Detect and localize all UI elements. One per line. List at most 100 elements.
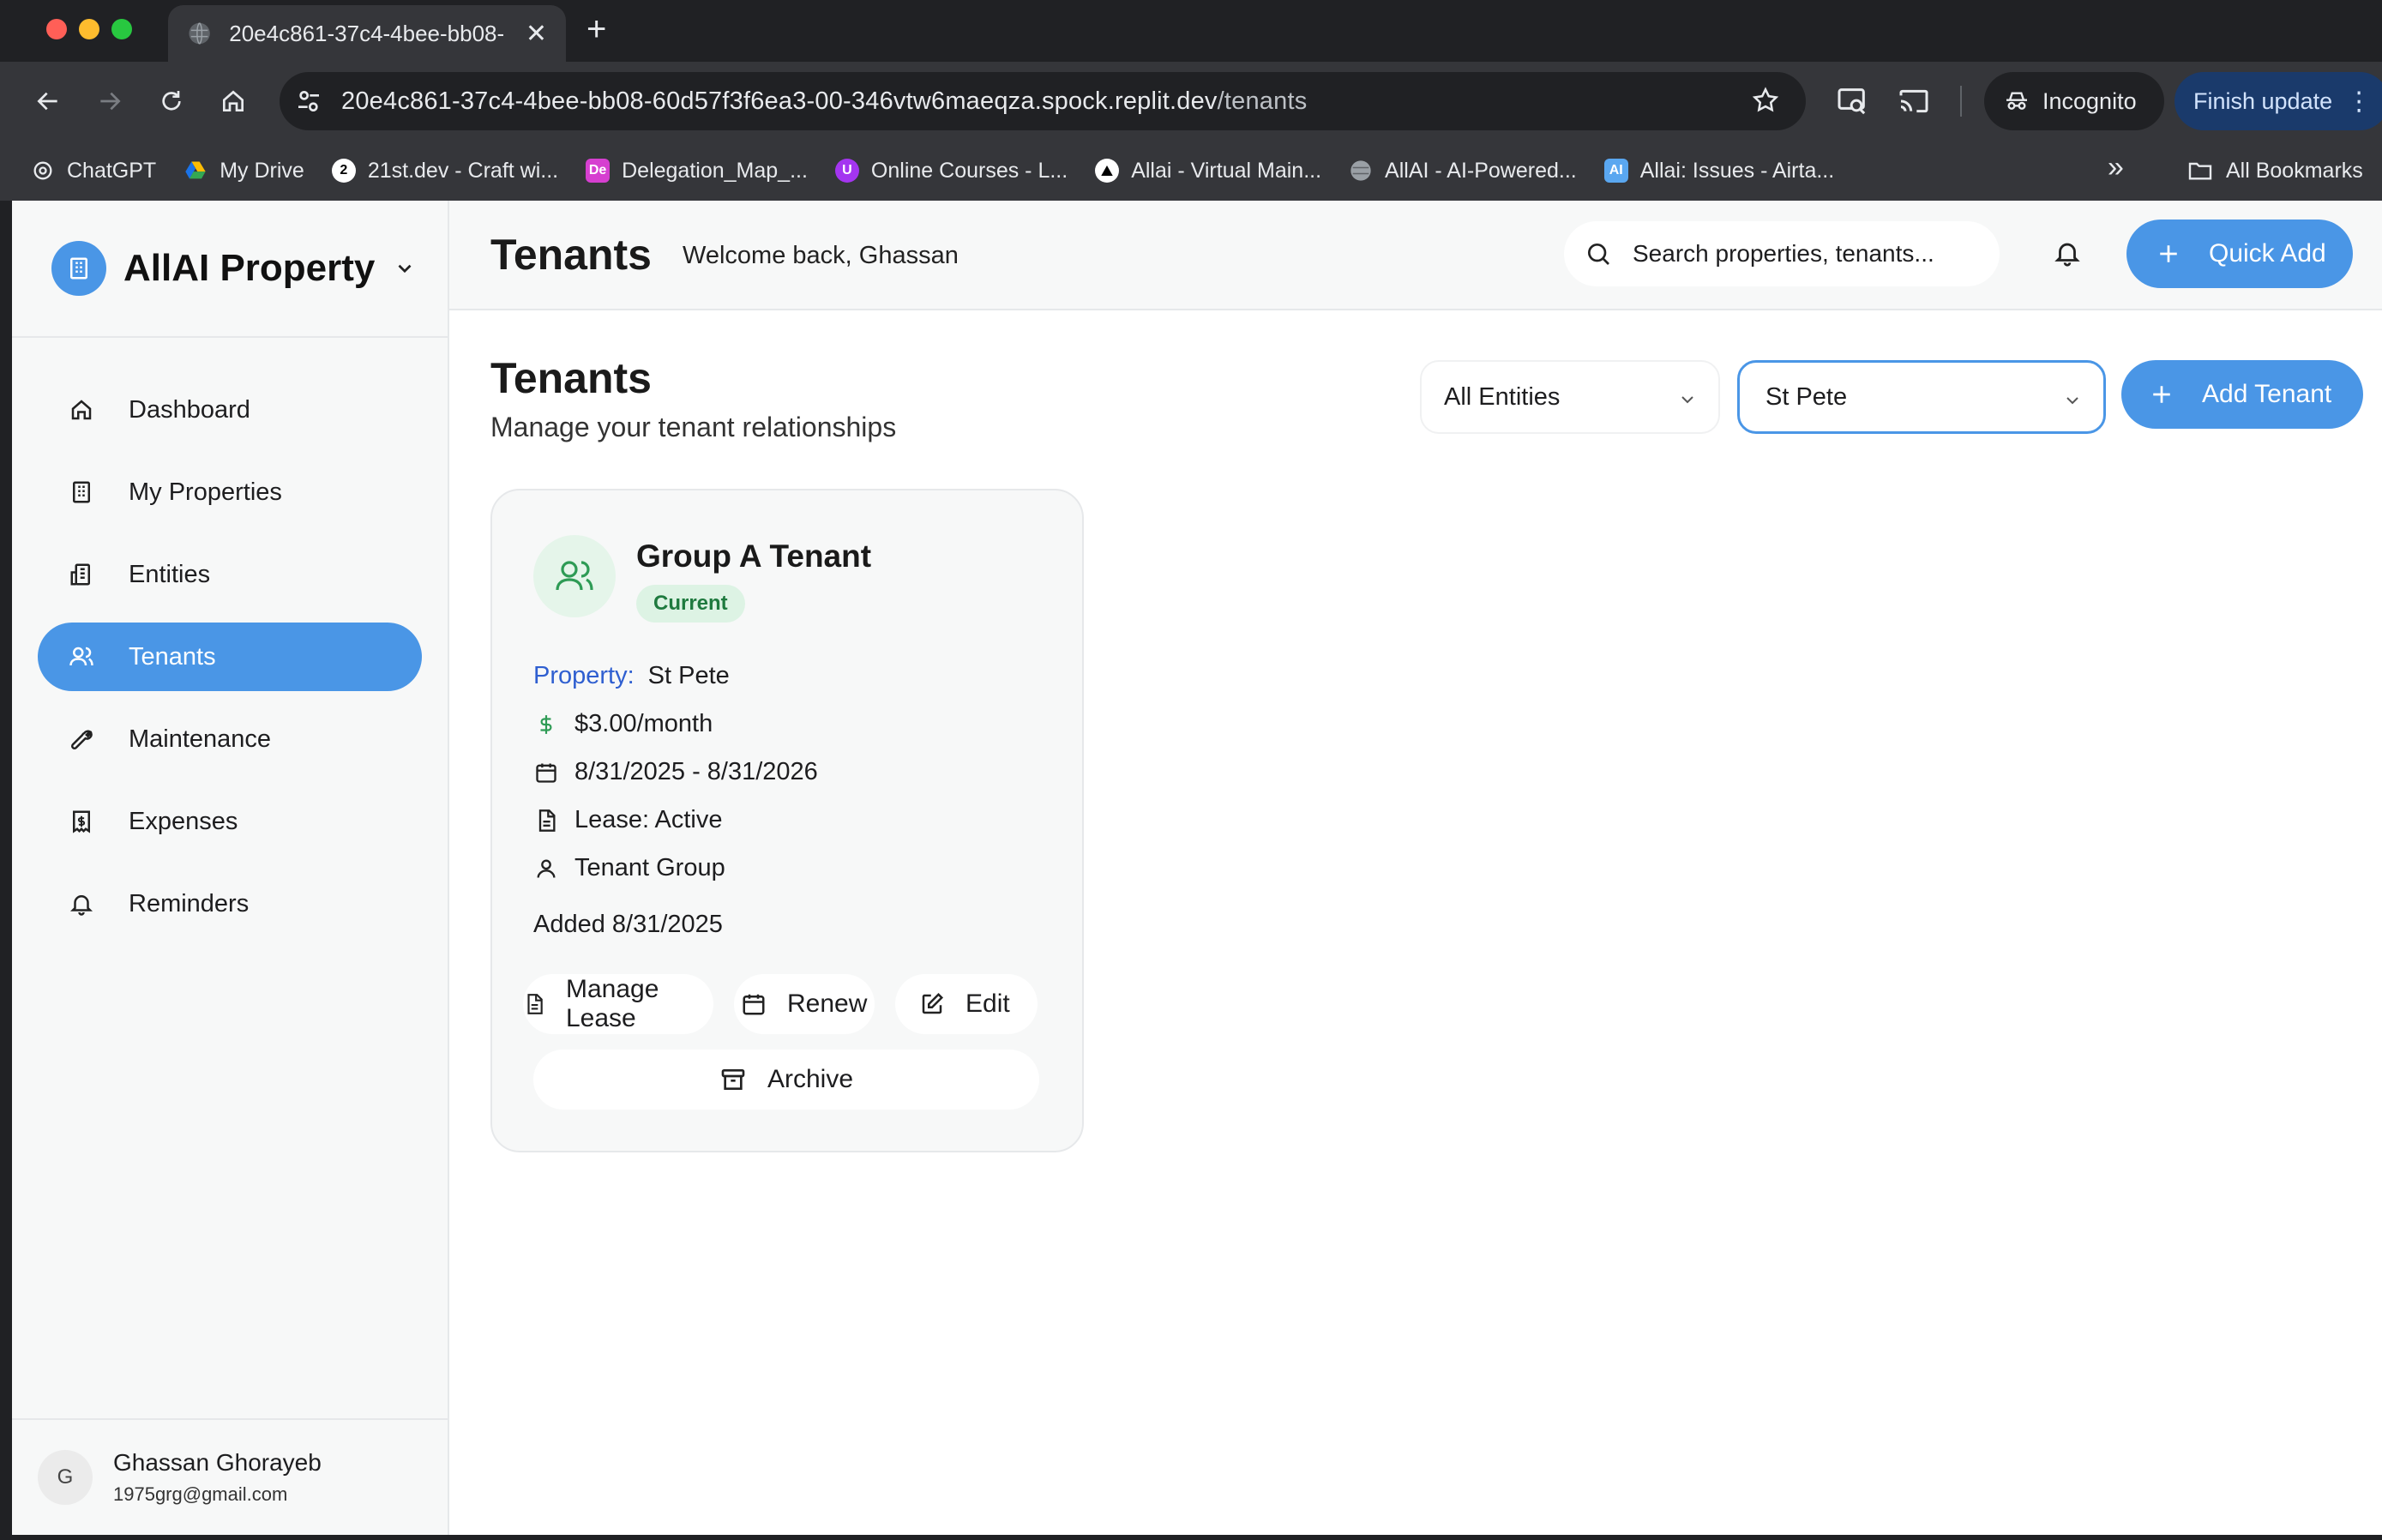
url-text: 20e4c861-37c4-4bee-bb08-60d57f3f6ea3-00-… [341,87,1308,115]
sidebar-item-dashboard[interactable]: Dashboard [38,376,422,444]
bookmark-item[interactable]: U Online Courses - L... [834,159,1068,183]
property-label: Property: [533,662,635,689]
edit-button[interactable]: Edit [895,974,1038,1034]
app-window: AllAI Property Dashboard My Properties E… [12,201,2382,1535]
user-name: Ghassan Ghorayeb [113,1449,322,1476]
sidebar-item-label: My Properties [129,478,282,506]
bookmark-item[interactable]: De Delegation_Map_... [586,159,808,183]
calendar-icon [743,994,765,1015]
forward-button[interactable] [91,82,129,120]
sidebar-item-entities[interactable]: Entities [38,540,422,609]
finish-update-button[interactable]: Finish update ⋮ [2174,72,2382,130]
arrow-right-icon [100,92,121,111]
incognito-indicator[interactable]: Incognito [1984,72,2164,130]
tenants-section: Tenants Manage your tenant relationships… [490,353,2368,443]
21st-icon: 2 [331,159,356,183]
bookmark-star-icon[interactable] [1751,86,1780,115]
main-content: Tenants Welcome back, Ghassan Search pro… [449,201,2382,1535]
bell-icon [67,889,96,918]
cast-icon[interactable] [1897,84,1931,118]
edit-icon [922,992,944,1014]
site-settings-icon[interactable] [295,87,322,115]
dollar-icon [533,712,559,737]
lease-status-row: Lease: Active [533,806,723,834]
de-icon: De [586,159,611,183]
sidebar-item-my-properties[interactable]: My Properties [38,458,422,526]
triangle-icon [1095,159,1120,183]
document-icon [533,809,559,833]
sidebar-nav: Dashboard My Properties Entities Tenants… [12,338,448,938]
page-title: Tenants [490,231,652,279]
browser-tab-active[interactable]: 20e4c861-37c4-4bee-bb08- ✕ [168,5,566,62]
lens-search-icon[interactable] [1835,84,1869,118]
property-row: Property: St Pete [533,662,730,690]
finish-update-label: Finish update [2193,87,2333,114]
property-filter-select[interactable]: St Pete [1737,360,2106,434]
bookmark-item[interactable]: AI Allai: Issues - Airta... [1603,159,1834,183]
add-tenant-button[interactable]: Add Tenant [2121,360,2363,429]
udemy-icon: U [834,159,859,183]
search-input[interactable]: Search properties, tenants... [1564,221,2000,286]
sidebar-item-label: Reminders [129,889,250,917]
document-icon [527,994,543,1014]
archive-button[interactable]: Archive [533,1050,1039,1110]
bookmark-item[interactable]: AllAI - AI-Powered... [1349,159,1577,183]
more-bookmarks-icon[interactable]: » [2108,151,2124,184]
users-icon [533,535,616,617]
sidebar-item-tenants[interactable]: Tenants [38,623,422,691]
chevron-down-icon [2066,397,2078,405]
folder-icon [2188,162,2212,180]
bookmark-item[interactable]: 2 21st.dev - Craft wi... [331,159,558,183]
property-value: St Pete [647,662,730,689]
chevron-down-icon [1681,396,1693,404]
incognito-icon [2006,92,2027,110]
sidebar-item-label: Expenses [129,807,238,835]
notifications-bell-icon[interactable] [2053,238,2082,268]
archive-icon [721,1069,745,1090]
more-menu-icon[interactable]: ⋮ [2346,87,2372,117]
sidebar-item-expenses[interactable]: Expenses [38,787,422,856]
sidebar-item-reminders[interactable]: Reminders [38,869,422,938]
manage-lease-button[interactable]: Manage Lease [523,974,713,1034]
home-button[interactable] [214,82,252,120]
new-tab-button[interactable]: + [586,10,606,49]
home-icon [67,395,96,424]
brand-name: AllAI Property [123,247,376,289]
user-profile[interactable]: G Ghassan Ghorayeb 1975grg@gmail.com [12,1418,448,1535]
incognito-label: Incognito [2042,87,2137,114]
bookmark-item[interactable]: Allai - Virtual Main... [1095,159,1321,183]
sidebar-item-maintenance[interactable]: Maintenance [38,705,422,773]
reload-button[interactable] [153,82,190,120]
quick-add-button[interactable]: Quick Add [2126,220,2353,288]
lease-status-value: Lease: Active [574,806,723,833]
welcome-text: Welcome back, Ghassan [683,242,959,269]
lease-dates-row: 8/31/2025 - 8/31/2026 [533,758,818,786]
bookmark-item[interactable]: My Drive [183,159,304,183]
home-icon [223,90,244,111]
rent-value: $3.00/month [574,710,713,737]
close-window-button[interactable] [46,19,67,39]
toolbar-divider [1960,86,1962,117]
browser-tab-strip: 20e4c861-37c4-4bee-bb08- ✕ + [0,0,2382,62]
avatar: G [38,1450,93,1505]
minimize-window-button[interactable] [79,19,99,39]
user-email: 1975grg@gmail.com [113,1483,288,1505]
sidebar-item-label: Tenants [129,642,216,671]
tenant-type-row: Tenant Group [533,854,725,882]
browser-toolbar: 20e4c861-37c4-4bee-bb08-60d57f3f6ea3-00-… [0,62,2382,141]
status-badge: Current [636,585,745,623]
maximize-window-button[interactable] [111,19,132,39]
globe-icon [1349,159,1373,183]
bookmark-item[interactable]: ChatGPT [31,159,156,183]
tenant-type-value: Tenant Group [574,854,725,881]
back-button[interactable] [29,82,67,120]
all-bookmarks-button[interactable]: All Bookmarks [2187,141,2363,201]
brand-switcher[interactable]: AllAI Property [12,201,448,338]
entity-filter-select[interactable]: All Entities [1420,360,1720,434]
chevron-down-icon [398,264,412,274]
google-drive-icon [183,159,208,183]
calendar-icon [533,761,559,785]
renew-button[interactable]: Renew [734,974,875,1034]
address-bar[interactable]: 20e4c861-37c4-4bee-bb08-60d57f3f6ea3-00-… [280,72,1806,130]
close-tab-icon[interactable]: ✕ [526,19,547,49]
